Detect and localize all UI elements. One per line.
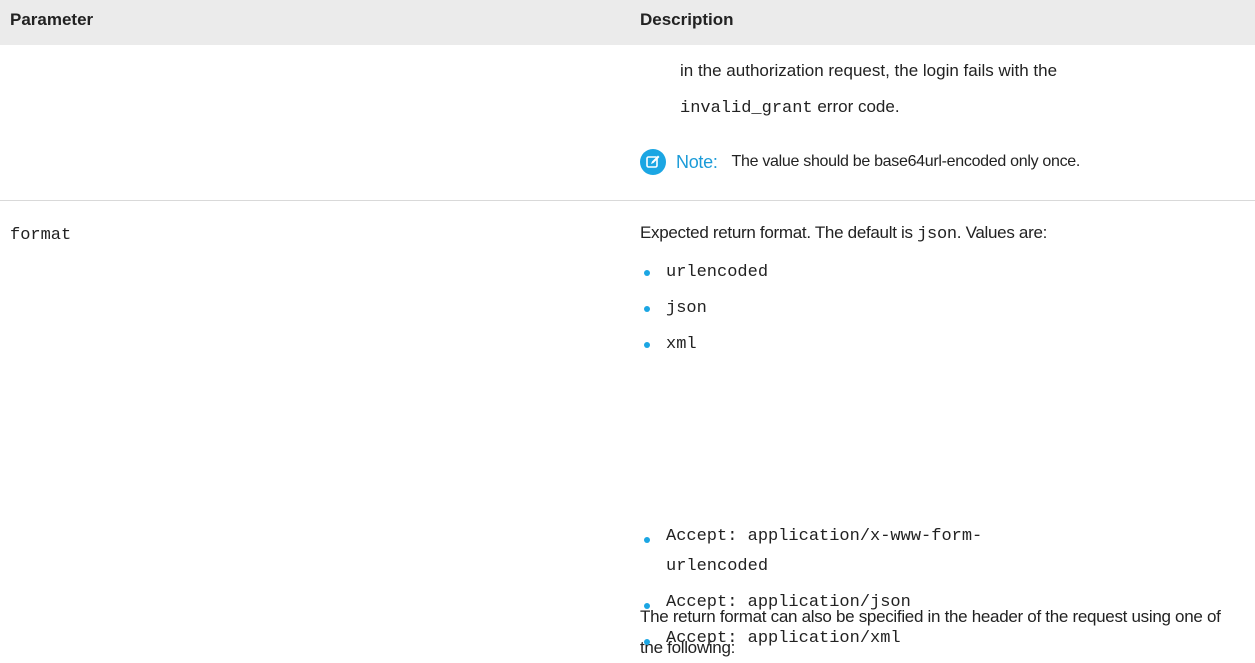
error-code: invalid_grant xyxy=(680,99,813,118)
intro-after: . Values are: xyxy=(956,223,1048,242)
format-intro: Expected return format. The default is j… xyxy=(640,215,1250,253)
intro-code: json xyxy=(917,225,957,244)
note-text: The value should be base64url-encoded on… xyxy=(731,153,1081,170)
header-description: Description xyxy=(640,10,734,29)
note-callout: Note: The value should be base64url-enco… xyxy=(640,149,1080,175)
text-before: in the authorization request, the login … xyxy=(680,61,1058,80)
table-header: Parameter Description xyxy=(0,0,1255,45)
table-row: in the authorization request, the login … xyxy=(0,45,1255,201)
list-item: xml xyxy=(640,327,768,363)
description-text: in the authorization request, the login … xyxy=(680,53,1250,127)
header-parameter: Parameter xyxy=(10,10,94,29)
edit-note-icon xyxy=(640,149,666,175)
parameter-name: format xyxy=(10,226,72,245)
list-item: json xyxy=(640,291,768,327)
list-item: Accept: application/json xyxy=(640,588,1080,618)
list-item: Accept: application/xml xyxy=(640,624,1080,654)
parameter-table: Parameter Description in the authorizati… xyxy=(0,0,1255,659)
format-values-list: urlencoded json xml xyxy=(640,255,768,363)
accept-headers-list: Accept: application/x-www-form-urlencode… xyxy=(640,522,1080,660)
note-label: Note: xyxy=(676,151,718,172)
list-item: Accept: application/x-www-form-urlencode… xyxy=(640,522,1080,582)
text-after: error code. xyxy=(812,97,900,116)
intro-before: Expected return format. The default is xyxy=(640,223,918,242)
list-item: urlencoded xyxy=(640,255,768,291)
